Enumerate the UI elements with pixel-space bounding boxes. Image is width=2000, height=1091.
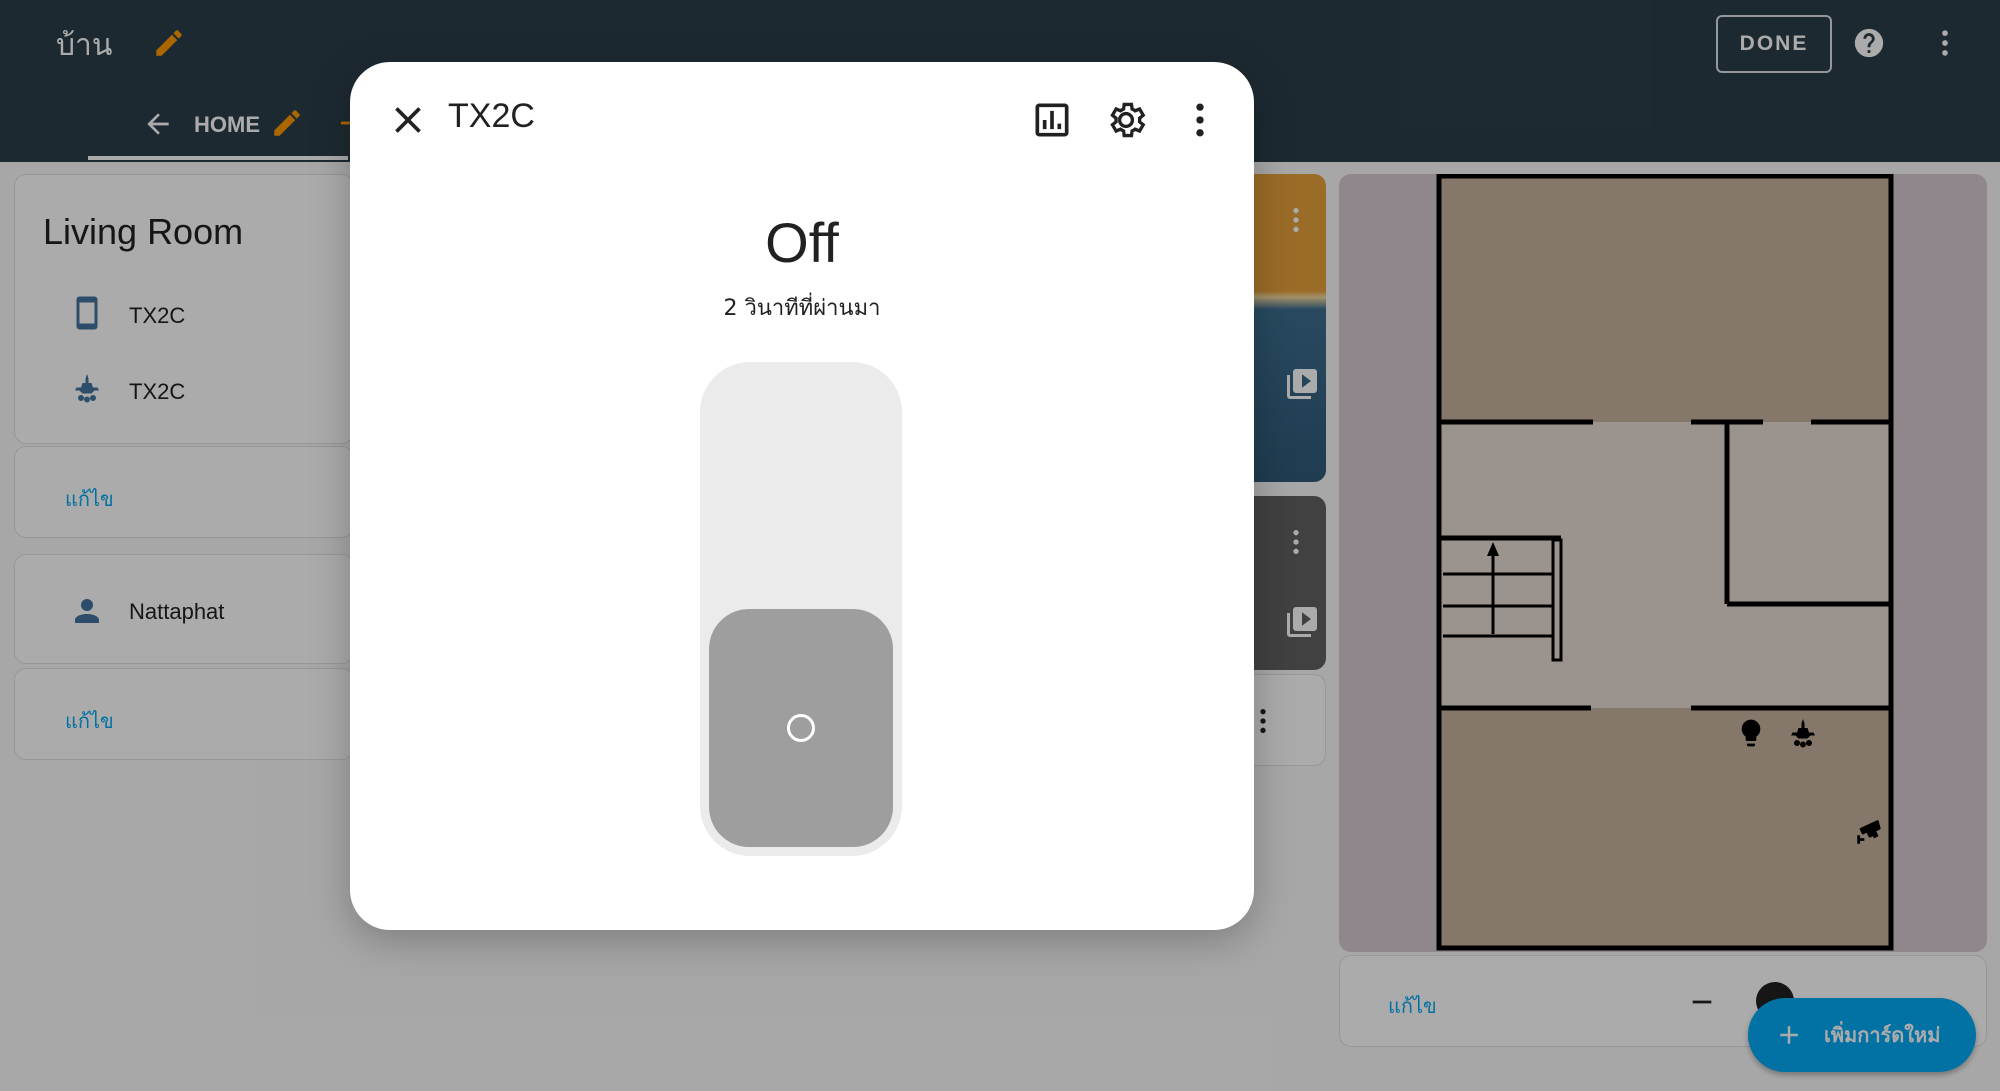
toggle-knob[interactable] [709, 609, 893, 847]
entity-state: Off [765, 211, 839, 274]
chart-box-icon[interactable] [1030, 98, 1074, 142]
more-info-dialog: TX2C Off 2 วินาทีที่ผ่านมา [350, 62, 1254, 930]
last-changed: 2 วินาทีที่ผ่านมา [723, 296, 881, 321]
power-off-icon [787, 714, 815, 742]
dialog-title: TX2C [448, 97, 535, 135]
dots-vertical-icon[interactable] [1178, 98, 1222, 142]
big-toggle-switch[interactable] [700, 362, 902, 856]
close-icon[interactable] [386, 98, 430, 142]
cog-icon[interactable] [1104, 98, 1148, 142]
